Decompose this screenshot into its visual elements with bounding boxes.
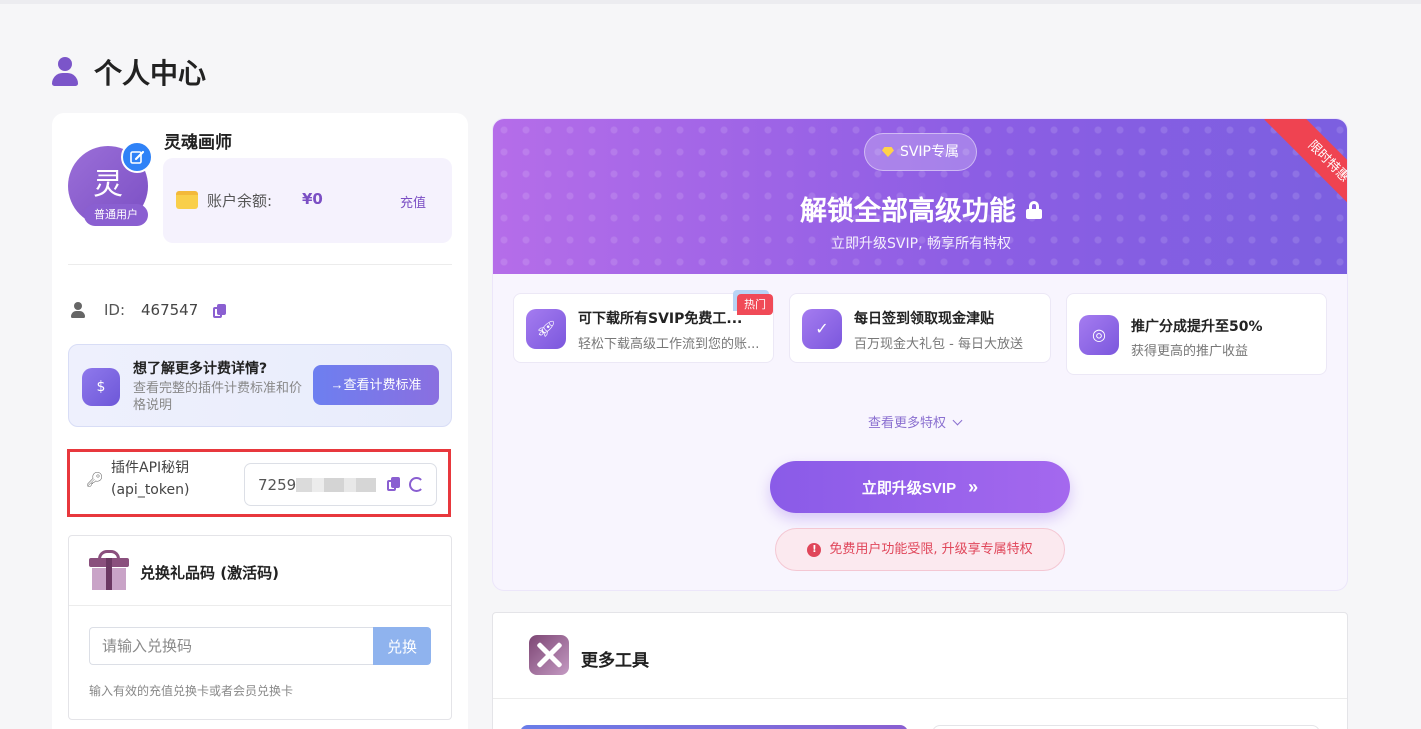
feature-title: 每日签到领取现金津贴	[854, 311, 994, 327]
pricing-title: 想了解更多计费详情?	[133, 361, 268, 377]
wallet-icon	[176, 191, 198, 209]
divider	[493, 698, 1347, 699]
redeem-button[interactable]: 兑换	[373, 627, 431, 665]
vip-title: 解锁全部高级功能	[493, 189, 1347, 228]
feature-desc: 获得更高的推广收益	[1131, 344, 1249, 359]
pricing-description: 查看完整的插件计费标准和价格说明	[133, 381, 303, 413]
api-token-value: 7259	[258, 476, 297, 494]
username: 灵魂画师	[164, 133, 232, 153]
refresh-token-icon[interactable]	[409, 477, 424, 492]
balance-value: ¥0	[302, 190, 323, 208]
feature-card-checkin[interactable]: ✓ 每日签到领取现金津贴 百万现金大礼包 - 每日大放送	[789, 293, 1051, 363]
alert-icon: !	[807, 543, 822, 557]
upgrade-svip-button[interactable]: 立即升级SVIP »	[770, 461, 1070, 513]
svip-badge-label: SVIP专属	[899, 144, 960, 160]
tool-card[interactable]	[932, 725, 1320, 729]
feature-card-download[interactable]: 🚀︎ 可下载所有SVIP免费工... 轻松下载高级工作流到您的账...	[513, 293, 774, 363]
api-token-blur	[296, 478, 376, 492]
gift-icon	[89, 550, 129, 590]
id-label: ID:	[104, 301, 126, 319]
calendar-check-icon: ✓	[802, 309, 842, 349]
balance-label: 账户余额:	[207, 192, 273, 210]
view-pricing-button[interactable]: →查看计费标准	[313, 365, 439, 405]
vip-title-text: 解锁全部高级功能	[800, 196, 1016, 227]
limit-notice: ! 免费用户功能受限, 升级享专属特权	[775, 528, 1065, 571]
lock-icon	[1026, 201, 1042, 219]
limit-notice-text: 免费用户功能受限, 升级享专属特权	[829, 542, 1033, 557]
more-privileges-link[interactable]: 查看更多特权	[868, 412, 963, 431]
feature-card-referral[interactable]: ◎ 推广分成提升至50% 获得更高的推广收益	[1066, 293, 1327, 375]
hot-tag: 热门	[737, 294, 773, 315]
id-value: 467547	[141, 301, 199, 319]
feature-title: 可下载所有SVIP免费工...	[578, 311, 743, 327]
top-bar	[0, 0, 1421, 4]
redeem-code-input[interactable]	[89, 627, 374, 665]
rocket-icon: 🚀︎	[526, 309, 566, 349]
copy-token-icon[interactable]	[387, 477, 400, 491]
upgrade-label: 立即升级SVIP	[861, 479, 957, 497]
user-icon	[52, 57, 78, 87]
recharge-link[interactable]: 充值	[400, 192, 426, 211]
copy-id-icon[interactable]	[213, 304, 226, 318]
feature-title: 推广分成提升至50%	[1131, 319, 1263, 335]
more-privileges-label: 查看更多特权	[868, 416, 947, 431]
edit-icon	[130, 150, 145, 164]
gift-code-title: 兑换礼品码 (激活码)	[140, 564, 279, 582]
user-level-badge: 普通用户	[84, 204, 148, 226]
feature-desc: 百万现金大礼包 - 每日大放送	[854, 337, 1023, 352]
edit-profile-button[interactable]	[121, 141, 153, 173]
api-token-label: 插件API秘钥 (api_token)	[111, 460, 190, 498]
page-header: 个人中心	[52, 52, 206, 92]
divider	[69, 605, 451, 606]
double-chevron-right-icon: »	[968, 476, 979, 497]
divider	[68, 264, 452, 265]
tool-card[interactable]	[520, 725, 908, 729]
chevron-down-icon	[952, 415, 963, 426]
page-title: 个人中心	[94, 57, 207, 90]
tools-icon	[529, 635, 569, 675]
invoice-icon: $	[82, 368, 120, 406]
feature-desc: 轻松下载高级工作流到您的账...	[578, 337, 760, 352]
vip-banner: SVIP专属 解锁全部高级功能 立即升级SVIP, 畅享所有特权 限时特惠	[493, 119, 1347, 274]
tools-title: 更多工具	[581, 651, 649, 671]
redeem-hint: 输入有效的充值兑换卡或者会员兑换卡	[89, 684, 294, 698]
diamond-icon	[881, 147, 894, 157]
svip-badge: SVIP专属	[864, 133, 977, 171]
coins-icon: ◎	[1079, 315, 1119, 355]
key-icon: 🔑︎	[86, 472, 104, 488]
user-icon	[71, 302, 85, 318]
vip-subtitle: 立即升级SVIP, 畅享所有特权	[831, 236, 1011, 252]
